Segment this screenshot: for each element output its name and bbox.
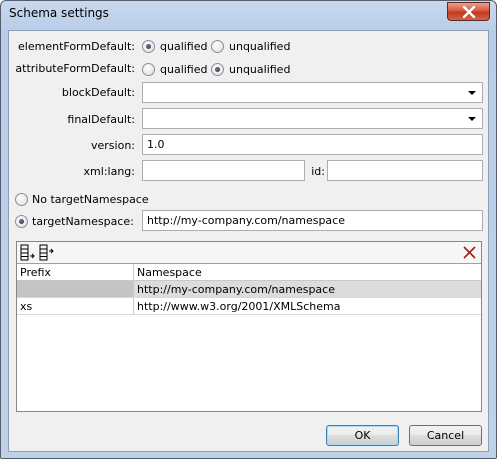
prefix-cell[interactable] xyxy=(17,281,134,297)
element-form-qualified-label[interactable]: qualified xyxy=(160,40,208,53)
attribute-form-unqualified-radio[interactable] xyxy=(211,63,224,76)
no-target-namespace-label[interactable]: No targetNamespace xyxy=(32,193,149,206)
xml-lang-input[interactable] xyxy=(142,160,305,181)
namespace-cell[interactable]: http://my-company.com/namespace xyxy=(134,281,481,297)
ok-button[interactable]: OK xyxy=(326,425,399,446)
id-label: id: xyxy=(311,165,325,178)
prefix-cell[interactable]: xs xyxy=(17,298,134,314)
grid-header: Prefix Namespace xyxy=(17,264,481,281)
grid-toolbar xyxy=(17,242,481,264)
insert-row-button[interactable] xyxy=(38,244,55,261)
title-bar[interactable]: Schema settings xyxy=(1,1,496,27)
element-form-unqualified-radio[interactable] xyxy=(211,40,224,53)
block-default-select[interactable] xyxy=(142,82,483,103)
delete-row-button[interactable] xyxy=(461,244,478,261)
table-row[interactable]: http://my-company.com/namespace xyxy=(17,281,481,298)
column-header-namespace[interactable]: Namespace xyxy=(134,264,481,280)
close-icon xyxy=(462,6,476,18)
append-row-icon xyxy=(20,244,35,261)
window-title: Schema settings xyxy=(9,6,109,20)
element-form-unqualified-label[interactable]: unqualified xyxy=(229,40,290,53)
target-namespace-input[interactable]: http://my-company.com/namespace xyxy=(142,210,483,231)
xml-lang-label: xml:lang: xyxy=(83,165,135,178)
delete-row-icon xyxy=(463,246,476,259)
element-form-qualified-radio[interactable] xyxy=(142,40,155,53)
block-default-label: blockDefault: xyxy=(61,86,135,99)
namespace-cell[interactable]: http://www.w3.org/2001/XMLSchema xyxy=(134,298,481,314)
target-namespace-radio[interactable] xyxy=(15,215,28,228)
column-header-prefix[interactable]: Prefix xyxy=(17,264,134,280)
version-value: 1.0 xyxy=(147,138,165,151)
id-input[interactable] xyxy=(327,160,483,181)
final-default-select[interactable] xyxy=(142,108,483,129)
attribute-form-default-label: attributeFormDefault: xyxy=(15,62,135,75)
attribute-form-qualified-label[interactable]: qualified xyxy=(160,63,208,76)
final-default-label: finalDefault: xyxy=(67,113,135,126)
attribute-form-unqualified-label[interactable]: unqualified xyxy=(229,63,290,76)
target-namespace-value: http://my-company.com/namespace xyxy=(147,214,345,227)
attribute-form-qualified-radio[interactable] xyxy=(142,63,155,76)
table-row[interactable]: xs http://www.w3.org/2001/XMLSchema xyxy=(17,298,481,315)
dialog-client-area: elementFormDefault: qualified unqualifie… xyxy=(8,30,489,452)
close-button[interactable] xyxy=(447,2,490,21)
append-row-button[interactable] xyxy=(19,244,36,261)
version-label: version: xyxy=(91,139,135,152)
cancel-button[interactable]: Cancel xyxy=(409,425,482,446)
version-input[interactable]: 1.0 xyxy=(142,134,483,155)
element-form-default-label: elementFormDefault: xyxy=(18,40,135,53)
no-target-namespace-radio[interactable] xyxy=(15,193,28,206)
schema-settings-dialog: Schema settings elementFormDefault: qual… xyxy=(0,0,497,459)
chevron-down-icon xyxy=(468,91,476,95)
insert-row-icon xyxy=(39,244,54,261)
namespace-grid: Prefix Namespace http://my-company.com/n… xyxy=(16,241,482,412)
chevron-down-icon xyxy=(468,117,476,121)
target-namespace-label[interactable]: targetNamespace: xyxy=(32,215,134,228)
